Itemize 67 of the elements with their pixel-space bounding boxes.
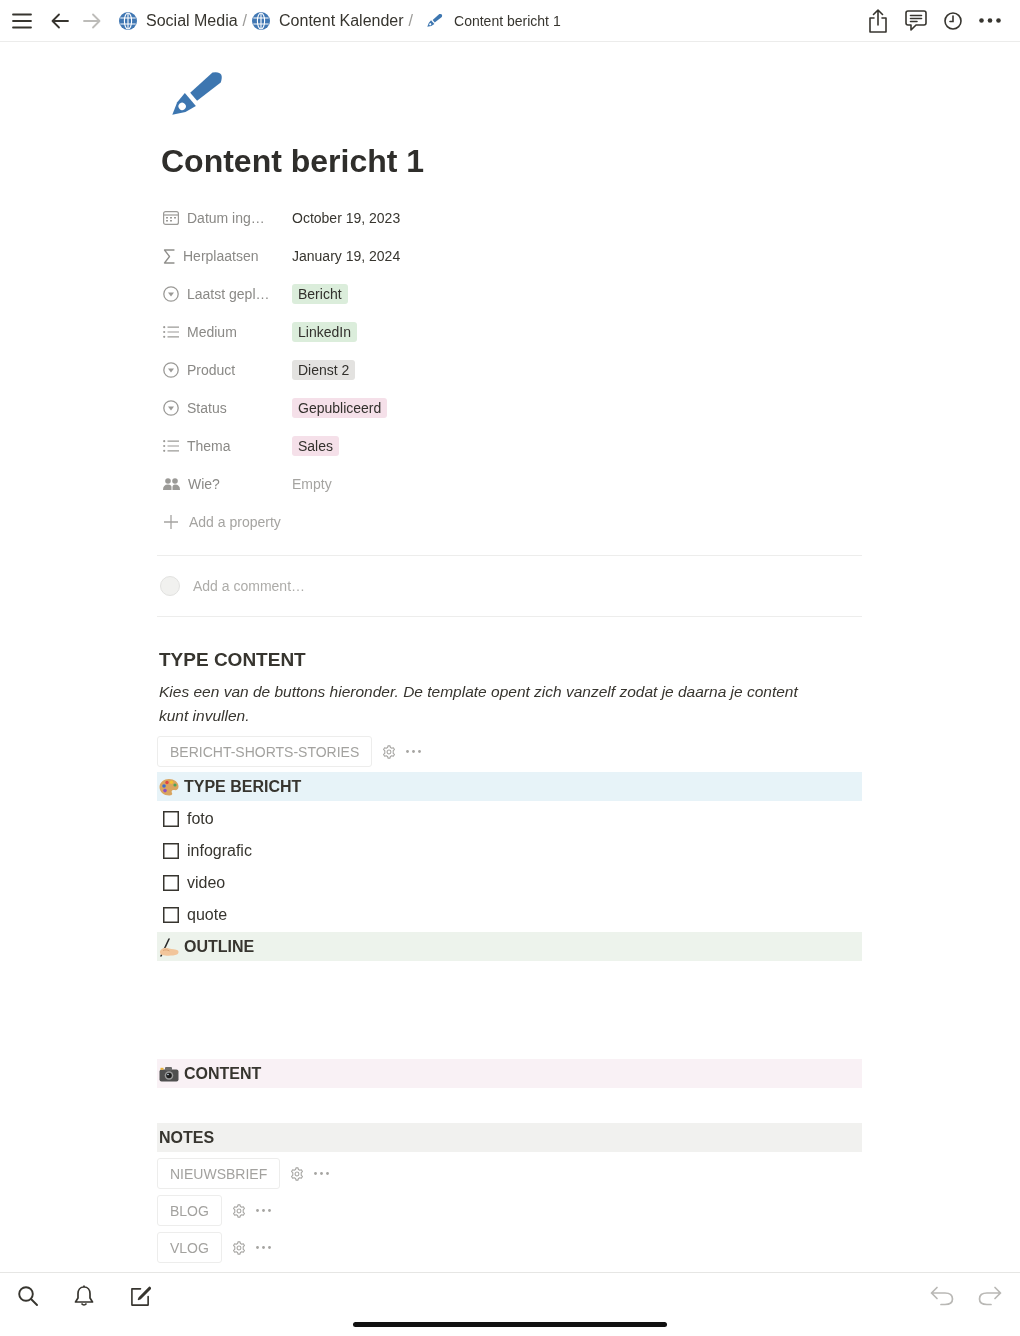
template-button[interactable]: BERICHT-SHORTS-STORIES [157,736,373,767]
share-icon[interactable] [868,8,888,33]
back-arrow-icon[interactable] [51,12,69,29]
checkbox[interactable] [163,875,179,891]
checkbox[interactable] [163,843,179,859]
property-name: Thema [187,438,231,454]
property-value: January 19, 2024 [292,248,401,264]
people-icon [163,478,180,490]
dropdown-circle-icon [163,362,179,378]
select-tag: Bericht [292,284,348,304]
comment-icon[interactable] [905,10,927,31]
template-button[interactable]: NIEUWSBRIEF [157,1158,281,1189]
select-tag: Sales [292,436,340,456]
dropdown-circle-icon [163,400,179,416]
breadcrumb-link[interactable]: Social Media [119,11,238,30]
sigma-icon [163,248,175,264]
list-icon [163,440,179,452]
clock-icon[interactable] [944,11,962,30]
checkbox[interactable] [163,907,179,923]
bell-icon[interactable] [74,1285,94,1307]
menu-icon[interactable] [12,12,32,29]
breadcrumb-separator: / [242,11,248,30]
breadcrumb-separator: / [408,11,414,30]
select-tag: Dienst 2 [292,360,356,380]
banner-title: NOTES [159,1128,215,1147]
template-button[interactable]: VLOG [157,1232,222,1263]
list-icon [163,326,179,338]
todo-label: video [187,874,226,892]
property-value: October 19, 2023 [292,210,401,226]
more-icon[interactable] [979,18,1001,23]
empty-value: Empty [292,476,332,492]
pen-icon [426,12,445,29]
plus-icon [164,515,178,529]
compose-icon[interactable] [130,1285,151,1307]
breadcrumb-link[interactable]: Content bericht 1 [426,12,561,29]
camera-icon [159,1065,179,1082]
banner-title: TYPE BERICHT [184,777,302,796]
select-tag: Gepubliceerd [292,398,388,418]
search-icon[interactable] [18,1286,38,1306]
palette-icon [159,777,179,796]
template-button[interactable]: BLOG [157,1195,222,1226]
banner-title: OUTLINE [184,937,255,956]
description-text: Kies een van de buttons hieronder. De template opent zich vanzelf zodat je daarna je content kunt invullen. [158,682,800,726]
checkbox[interactable] [163,811,179,827]
calendar-icon [163,211,179,225]
globe-icon [119,11,137,30]
globe-icon [252,11,271,30]
writing-hand-icon [159,936,179,957]
page-title: Content bericht 1 [161,142,426,181]
select-tag: LinkedIn [292,322,357,342]
todo-label: foto [187,810,214,828]
section-heading: TYPE CONTENT [158,648,307,672]
property-name: Datum ing… [187,210,265,226]
avatar [160,576,180,596]
dropdown-circle-icon [163,286,179,302]
property-name: Laatst gepl… [187,286,270,302]
property-name: Status [187,400,227,416]
property-name: Product [187,362,236,378]
property-name: Herplaatsen [183,248,259,264]
todo-label: infografic [187,842,252,860]
add-property-button[interactable]: Add a property [157,503,281,541]
property-name: Wie? [188,476,220,492]
breadcrumb-link[interactable]: Content Kalender [252,11,404,30]
todo-label: quote [187,906,228,924]
comment-field[interactable]: Add a comment… [193,574,850,598]
property-name: Medium [187,324,237,340]
banner-title: CONTENT [184,1064,262,1083]
